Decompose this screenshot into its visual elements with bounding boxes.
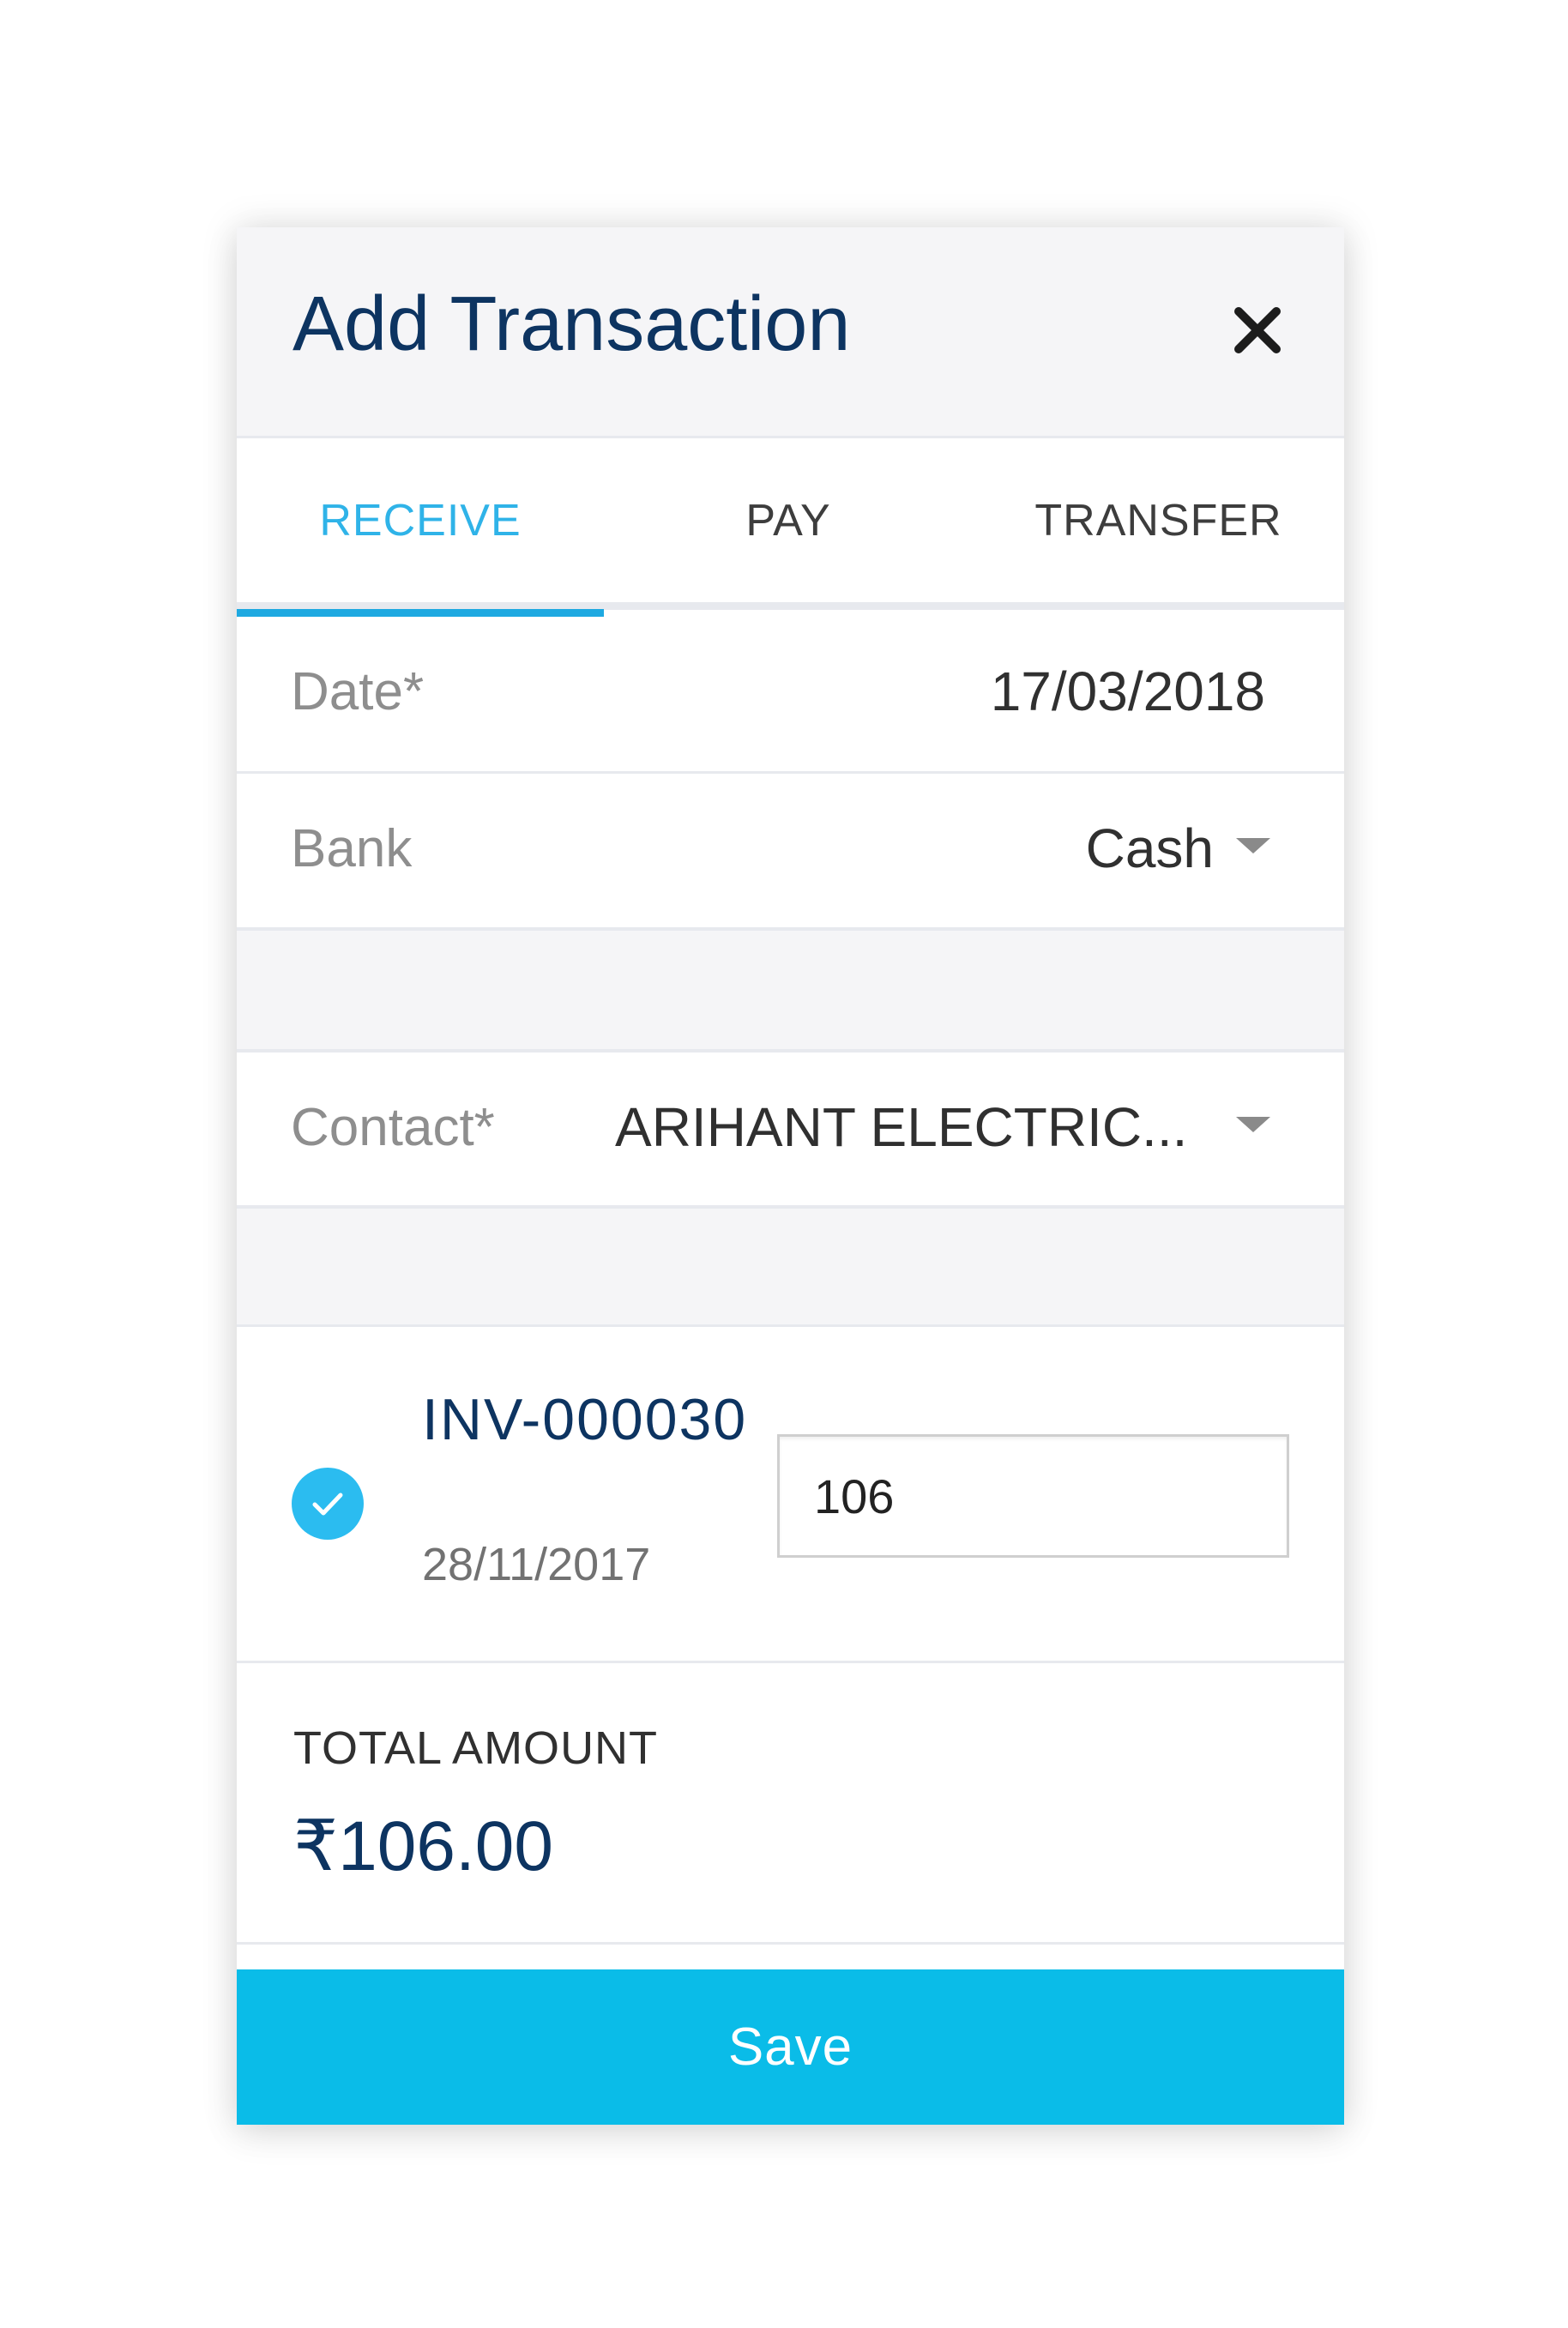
active-tab-indicator [237,609,604,617]
total-amount-value: ₹106.00 [293,1807,553,1885]
bank-select-value[interactable]: Cash [1086,817,1214,880]
invoice-number: INV-000030 [422,1387,748,1452]
tab-transfer[interactable]: TRANSFER [973,438,1344,602]
contact-caret-down-icon[interactable] [1236,1117,1270,1132]
save-button[interactable]: Save [237,1969,1344,2125]
transaction-type-tabs: RECEIVE PAY TRANSFER [237,438,1344,610]
contact-field-row[interactable]: Contact* ARIHANT ELECTRIC... [237,1052,1344,1209]
invoice-checkbox[interactable] [292,1468,364,1540]
invoice-amount-input[interactable] [777,1434,1289,1558]
bank-field-row[interactable]: Bank Cash [237,774,1344,931]
date-label: Date* [291,662,425,721]
contact-label: Contact* [291,1098,495,1157]
invoice-date: 28/11/2017 [422,1539,651,1590]
section-spacer [237,1209,1344,1327]
tab-receive[interactable]: RECEIVE [237,438,604,602]
date-field-row[interactable]: Date* 17/03/2018 [237,617,1344,774]
date-value[interactable]: 17/03/2018 [991,660,1265,723]
dialog-title: Add Transaction [292,281,851,367]
close-icon[interactable] [1232,305,1283,356]
total-amount-section: TOTAL AMOUNT ₹106.00 [237,1663,1344,1945]
tab-pay[interactable]: PAY [604,438,973,602]
bank-caret-down-icon[interactable] [1236,838,1270,853]
check-icon [312,1493,343,1516]
dialog-header: Add Transaction [237,227,1344,438]
invoice-row: INV-000030 28/11/2017 [237,1327,1344,1663]
section-spacer [237,931,1344,1052]
contact-select-value[interactable]: ARIHANT ELECTRIC... [615,1095,1187,1159]
bank-label: Bank [291,819,413,878]
total-amount-label: TOTAL AMOUNT [293,1722,659,1774]
add-transaction-dialog: Add Transaction RECEIVE PAY TRANSFER Dat… [237,227,1344,2125]
